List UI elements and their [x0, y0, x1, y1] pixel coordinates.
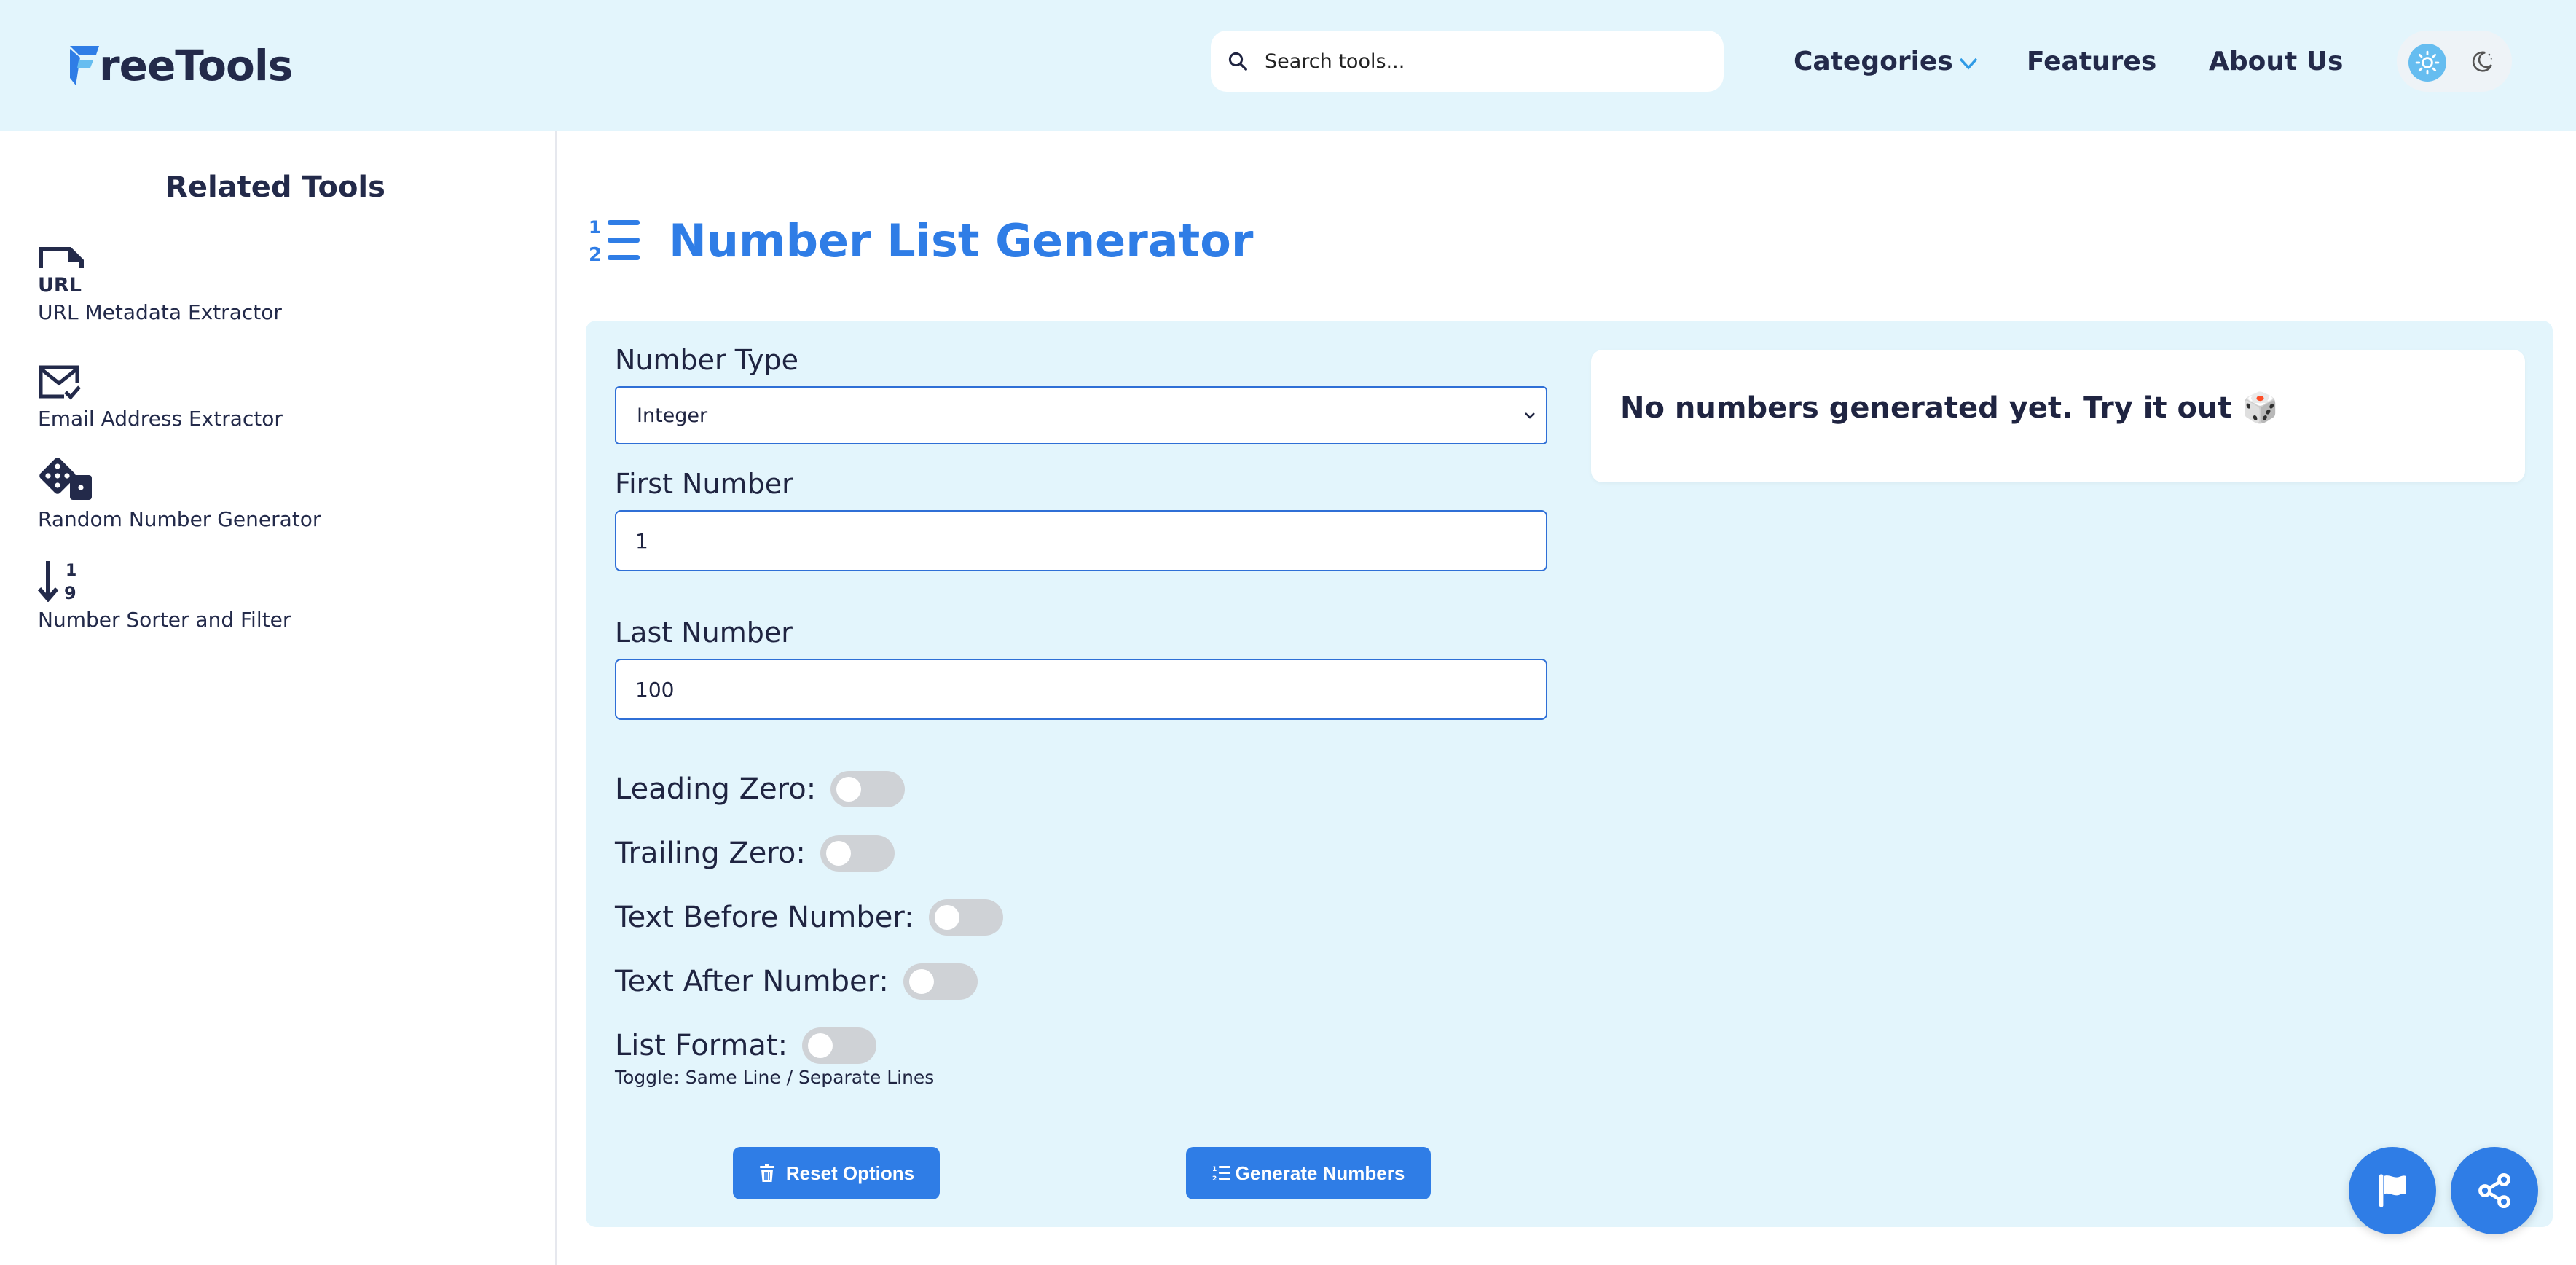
number-type-select[interactable]: Integer: [615, 386, 1547, 444]
sidebar-item-number-sorter-and-filter[interactable]: 1 9 Number Sorter and Filter: [38, 551, 291, 632]
generate-numbers-label: Generate Numbers: [1235, 1162, 1405, 1184]
share-icon: [2478, 1172, 2510, 1209]
list-format-toggle[interactable]: [802, 1027, 877, 1064]
leading-zero-toggle[interactable]: [830, 771, 906, 807]
page-title: Number List Generator: [669, 214, 1254, 267]
output-box: No numbers generated yet. Try it out 🎲: [1591, 350, 2525, 482]
output-message: No numbers generated yet. Try it out 🎲: [1620, 391, 2279, 425]
sidebar-item-url-metadata-extractor[interactable]: URL URL Metadata Extractor: [38, 243, 282, 324]
reset-options-label: Reset Options: [785, 1162, 915, 1184]
list-ol-icon: 1 2: [589, 217, 640, 265]
reset-options-button[interactable]: Reset Options: [733, 1147, 940, 1199]
header: reeTools Categories Features About Us: [0, 0, 2576, 131]
sidebar-item-label: URL Metadata Extractor: [38, 300, 282, 324]
chevron-down-icon: [1959, 58, 1978, 70]
nav-categories[interactable]: Categories: [1794, 41, 1979, 82]
text-after-number-label: Text After Number:: [615, 965, 889, 998]
flag-icon: [2379, 1174, 2406, 1207]
trailing-zero-toggle[interactable]: [820, 835, 895, 872]
svg-text:9: 9: [64, 583, 76, 602]
trailing-zero-label: Trailing Zero:: [615, 837, 806, 870]
report-flag-button[interactable]: [2349, 1147, 2436, 1234]
svg-text:2: 2: [589, 244, 602, 265]
sort-numeric-icon: 1 9: [38, 561, 76, 602]
list-format-row: List Format:: [615, 1027, 877, 1064]
sidebar-item-email-address-extractor[interactable]: Email Address Extractor: [38, 350, 283, 431]
share-button[interactable]: [2451, 1147, 2538, 1234]
last-number-label: Last Number: [615, 616, 793, 649]
number-type-label: Number Type: [615, 344, 799, 376]
sidebar-item-label: Random Number Generator: [38, 507, 321, 531]
logo-text: reeTools: [99, 41, 293, 90]
text-before-number-toggle[interactable]: [928, 899, 1003, 936]
generate-numbers-button[interactable]: 1 2 Generate Numbers: [1186, 1147, 1431, 1199]
list-format-label: List Format:: [615, 1029, 788, 1062]
number-type-value: Integer: [637, 404, 708, 427]
text-before-number-row: Text Before Number:: [615, 899, 1003, 936]
page-title-row: 1 2 Number List Generator: [589, 211, 1253, 270]
logo[interactable]: reeTools: [67, 36, 293, 95]
theme-switcher[interactable]: [2397, 31, 2512, 92]
sidebar-title: Related Tools: [165, 171, 385, 204]
nav-categories-label: Categories: [1794, 46, 1953, 77]
svg-text:1: 1: [589, 217, 601, 238]
text-after-number-toggle[interactable]: [903, 963, 978, 1000]
moon-icon[interactable]: [2465, 45, 2499, 79]
leading-zero-label: Leading Zero:: [615, 772, 817, 806]
trailing-zero-row: Trailing Zero:: [615, 835, 895, 872]
svg-text:1: 1: [1212, 1166, 1217, 1173]
envelope-check-icon: [39, 365, 81, 400]
search-bar[interactable]: [1211, 31, 1724, 92]
search-icon: [1228, 52, 1247, 71]
nav-about-us[interactable]: About Us: [2209, 41, 2343, 82]
svg-text:1: 1: [66, 562, 76, 580]
logo-mark-icon: [70, 46, 99, 85]
svg-text:2: 2: [1212, 1175, 1217, 1182]
sidebar-item-random-number-generator[interactable]: Random Number Generator: [38, 450, 321, 531]
text-after-number-row: Text After Number:: [615, 963, 978, 1000]
svg-text:URL: URL: [38, 274, 82, 294]
first-number-label: First Number: [615, 468, 793, 500]
text-before-number-label: Text Before Number:: [615, 901, 914, 934]
sidebar-item-label: Email Address Extractor: [38, 407, 283, 431]
leading-zero-row: Leading Zero:: [615, 771, 906, 807]
sun-icon[interactable]: [2408, 44, 2446, 82]
generator-panel: Number Type Integer First Number 1 Last …: [586, 321, 2553, 1227]
list-format-hint: Toggle: Same Line / Separate Lines: [615, 1067, 935, 1088]
list-ol-icon: 1 2: [1212, 1166, 1230, 1182]
last-number-input[interactable]: 100: [615, 659, 1547, 720]
dice-icon: [39, 458, 92, 500]
url-file-icon: URL: [38, 247, 84, 294]
chevron-down-icon: [1525, 412, 1535, 419]
sidebar-item-label: Number Sorter and Filter: [38, 608, 291, 632]
sidebar: Related Tools URL URL Metadata Extractor…: [0, 131, 557, 1265]
nav-features[interactable]: Features: [2027, 41, 2156, 82]
trash-icon: [759, 1164, 774, 1182]
search-input[interactable]: [1265, 50, 1702, 73]
first-number-input[interactable]: 1: [615, 510, 1547, 571]
